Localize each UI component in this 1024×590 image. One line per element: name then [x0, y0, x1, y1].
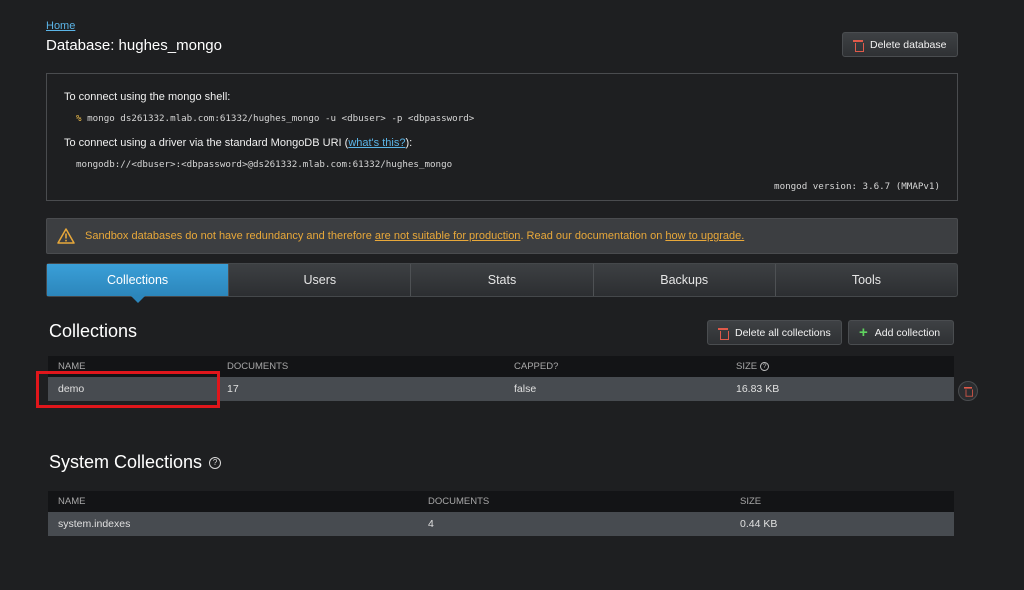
shell-prompt: %: [76, 113, 82, 124]
column-header-capped: CAPPED?: [514, 361, 559, 372]
delete-database-label: Delete database: [870, 38, 947, 51]
mongod-version: mongod version: 3.6.7 (MMAPv1): [774, 181, 940, 192]
tab-collections[interactable]: Collections: [47, 264, 230, 303]
collection-capped: false: [514, 383, 537, 395]
warning-icon: [57, 228, 75, 244]
collections-table: NAME DOCUMENTS CAPPED? SIZE? demo 17 fal…: [48, 356, 954, 401]
breadcrumb[interactable]: Home: [46, 20, 75, 32]
warning-text-1: Sandbox databases do not have redundancy…: [85, 230, 375, 242]
collections-heading: Collections: [49, 321, 137, 342]
tab-tools[interactable]: Tools: [776, 264, 957, 296]
collection-size: 0.44 KB: [740, 518, 778, 530]
help-icon[interactable]: ?: [760, 362, 770, 371]
shell-label: To connect using the mongo shell:: [64, 91, 231, 103]
warning-text: Sandbox databases do not have redundancy…: [85, 230, 744, 242]
help-icon[interactable]: ?: [209, 456, 222, 469]
add-collection-label: Add collection: [874, 326, 941, 339]
how-to-upgrade-link[interactable]: how to upgrade.: [665, 230, 744, 242]
connection-uri: mongodb://<dbuser>:<dbpassword>@ds261332…: [76, 159, 453, 170]
driver-label: To connect using a driver via the standa…: [64, 137, 412, 149]
column-header-name: NAME: [58, 496, 86, 507]
table-header: NAME DOCUMENTS CAPPED? SIZE?: [48, 356, 954, 377]
shell-command-text: mongo ds261332.mlab.com:61332/hughes_mon…: [87, 113, 475, 124]
trash-icon: [964, 386, 973, 397]
collection-size: 16.83 KB: [736, 383, 780, 395]
driver-label-end: ):: [405, 137, 413, 149]
column-header-size: SIZE: [740, 496, 762, 507]
tab-stats[interactable]: Stats: [411, 264, 594, 296]
column-header-size: SIZE?: [736, 361, 770, 372]
column-header-name: NAME: [58, 361, 86, 372]
column-header-size-label: SIZE: [736, 361, 758, 372]
collections-title: Collections: [49, 321, 138, 341]
delete-all-collections-button[interactable]: Delete all collections: [707, 320, 842, 345]
warning-text-2: . Read our documentation on: [520, 230, 666, 242]
tab-users[interactable]: Users: [229, 264, 412, 296]
table-row[interactable]: demo 17 false 16.83 KB: [48, 377, 954, 401]
system-collections-table: NAME DOCUMENTS SIZE system.indexes 4 0.4…: [48, 491, 954, 536]
collection-name[interactable]: system.indexes: [58, 518, 130, 530]
system-collections-title: System Collections: [49, 452, 203, 472]
delete-all-collections-label: Delete all collections: [735, 326, 831, 339]
delete-collection-button[interactable]: [958, 381, 978, 401]
whats-this-link[interactable]: what's this?: [348, 137, 405, 149]
system-collections-heading: System Collections ?: [49, 452, 222, 473]
table-row[interactable]: system.indexes 4 0.44 KB: [48, 512, 954, 536]
collection-name[interactable]: demo: [58, 383, 84, 395]
trash-icon: [718, 327, 729, 340]
page-title: Database: hughes_mongo: [46, 37, 222, 54]
trash-icon: [853, 39, 864, 52]
collection-documents: 4: [428, 518, 434, 530]
tab-backups[interactable]: Backups: [594, 264, 776, 296]
driver-label-text: To connect using a driver via the standa…: [64, 137, 349, 149]
not-suitable-link[interactable]: are not suitable for production: [375, 230, 521, 242]
column-header-documents: DOCUMENTS: [227, 361, 289, 372]
column-header-documents: DOCUMENTS: [428, 496, 490, 507]
delete-database-button[interactable]: Delete database: [842, 32, 958, 57]
shell-command: % mongo ds261332.mlab.com:61332/hughes_m…: [76, 113, 474, 124]
table-header: NAME DOCUMENTS SIZE: [48, 491, 954, 512]
plus-icon: +: [859, 323, 868, 341]
sandbox-warning: Sandbox databases do not have redundancy…: [46, 218, 958, 254]
database-tabs: Collections Users Stats Backups Tools: [46, 263, 958, 303]
add-collection-button[interactable]: + Add collection: [848, 320, 954, 345]
collection-documents: 17: [227, 383, 239, 395]
connection-info-box: To connect using the mongo shell: % mong…: [46, 73, 958, 201]
